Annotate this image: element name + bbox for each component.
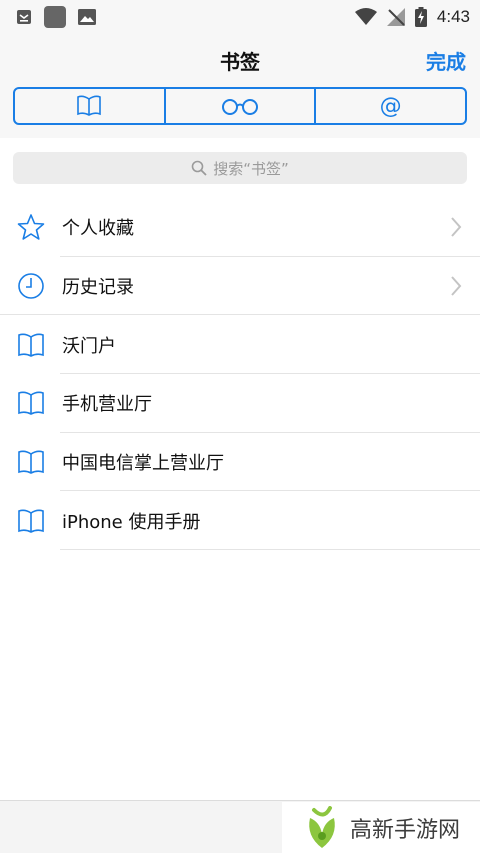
status-bar: 4:43: [0, 0, 480, 33]
list-item-label: 手机营业厅: [62, 394, 152, 416]
icon-wrap: [0, 257, 62, 316]
tab-reading-list[interactable]: [166, 89, 317, 123]
list-item-history[interactable]: 历史记录: [0, 257, 480, 316]
icon-wrap: [0, 198, 62, 257]
tab-shared-links[interactable]: @: [316, 89, 465, 123]
star-icon: [17, 214, 45, 241]
status-right: 4:43: [354, 6, 470, 27]
icon-wrap: [0, 433, 62, 492]
list-item-bookmark[interactable]: 中国电信掌上营业厅: [0, 433, 480, 492]
chevron-right-icon: [451, 217, 462, 238]
clock-icon: [18, 273, 44, 299]
no-sim-icon: [386, 7, 405, 26]
list-item-label: 个人收藏: [62, 218, 134, 240]
bookmarks-book-icon: [77, 95, 102, 116]
page-title: 书签: [220, 50, 260, 74]
search-placeholder: 搜索“书签”: [213, 159, 289, 178]
tab-bookmarks[interactable]: [15, 89, 166, 123]
book-icon: [18, 509, 44, 533]
wifi-icon: [354, 7, 377, 25]
divider: [60, 549, 480, 551]
notification-app-icon: [17, 9, 31, 24]
bookmark-list: 个人收藏 历史记录 沃门户 手机营业厅 中国电信掌上营业厅 iPhone 使用手…: [0, 198, 480, 551]
watermark: 高新手游网: [282, 802, 480, 853]
image-icon: [78, 8, 96, 25]
list-item-bookmark[interactable]: iPhone 使用手册: [0, 491, 480, 551]
battery-charging-icon: [414, 6, 427, 27]
list-item-label: 沃门户: [62, 335, 116, 357]
reading-list-glasses-icon: [222, 99, 258, 115]
watermark-text: 高新手游网: [350, 817, 461, 843]
list-item-favorites[interactable]: 个人收藏: [0, 198, 480, 257]
shared-links-at-icon: @: [379, 93, 402, 119]
status-left: [16, 5, 96, 28]
logo-leaf-icon: [309, 805, 335, 848]
icon-wrap: [0, 491, 62, 550]
chevron-right-icon: [451, 276, 462, 296]
status-time: 4:43: [436, 6, 470, 26]
search-input[interactable]: 搜索“书签”: [13, 152, 467, 184]
done-button[interactable]: 完成: [426, 46, 466, 75]
book-icon: [18, 391, 44, 416]
list-item-bookmark[interactable]: 手机营业厅: [0, 374, 480, 433]
bookmarks-content: 搜索“书签” 个人收藏 历史记录 沃门户 手机营业厅 中国电信掌上营业厅 iPh…: [0, 138, 480, 800]
icon-wrap: [0, 315, 62, 374]
book-icon: [18, 333, 44, 357]
icon-wrap: [0, 374, 62, 433]
nav-bar: 书签 完成: [0, 33, 480, 83]
list-item-bookmark[interactable]: 沃门户: [0, 315, 480, 375]
list-item-label: iPhone 使用手册: [62, 511, 201, 533]
notification-square-icon: [44, 5, 66, 28]
segmented-control: @: [13, 87, 467, 125]
book-icon: [18, 450, 44, 474]
search-icon: [191, 160, 207, 176]
list-item-label: 中国电信掌上营业厅: [62, 453, 224, 475]
list-item-label: 历史记录: [62, 277, 134, 299]
